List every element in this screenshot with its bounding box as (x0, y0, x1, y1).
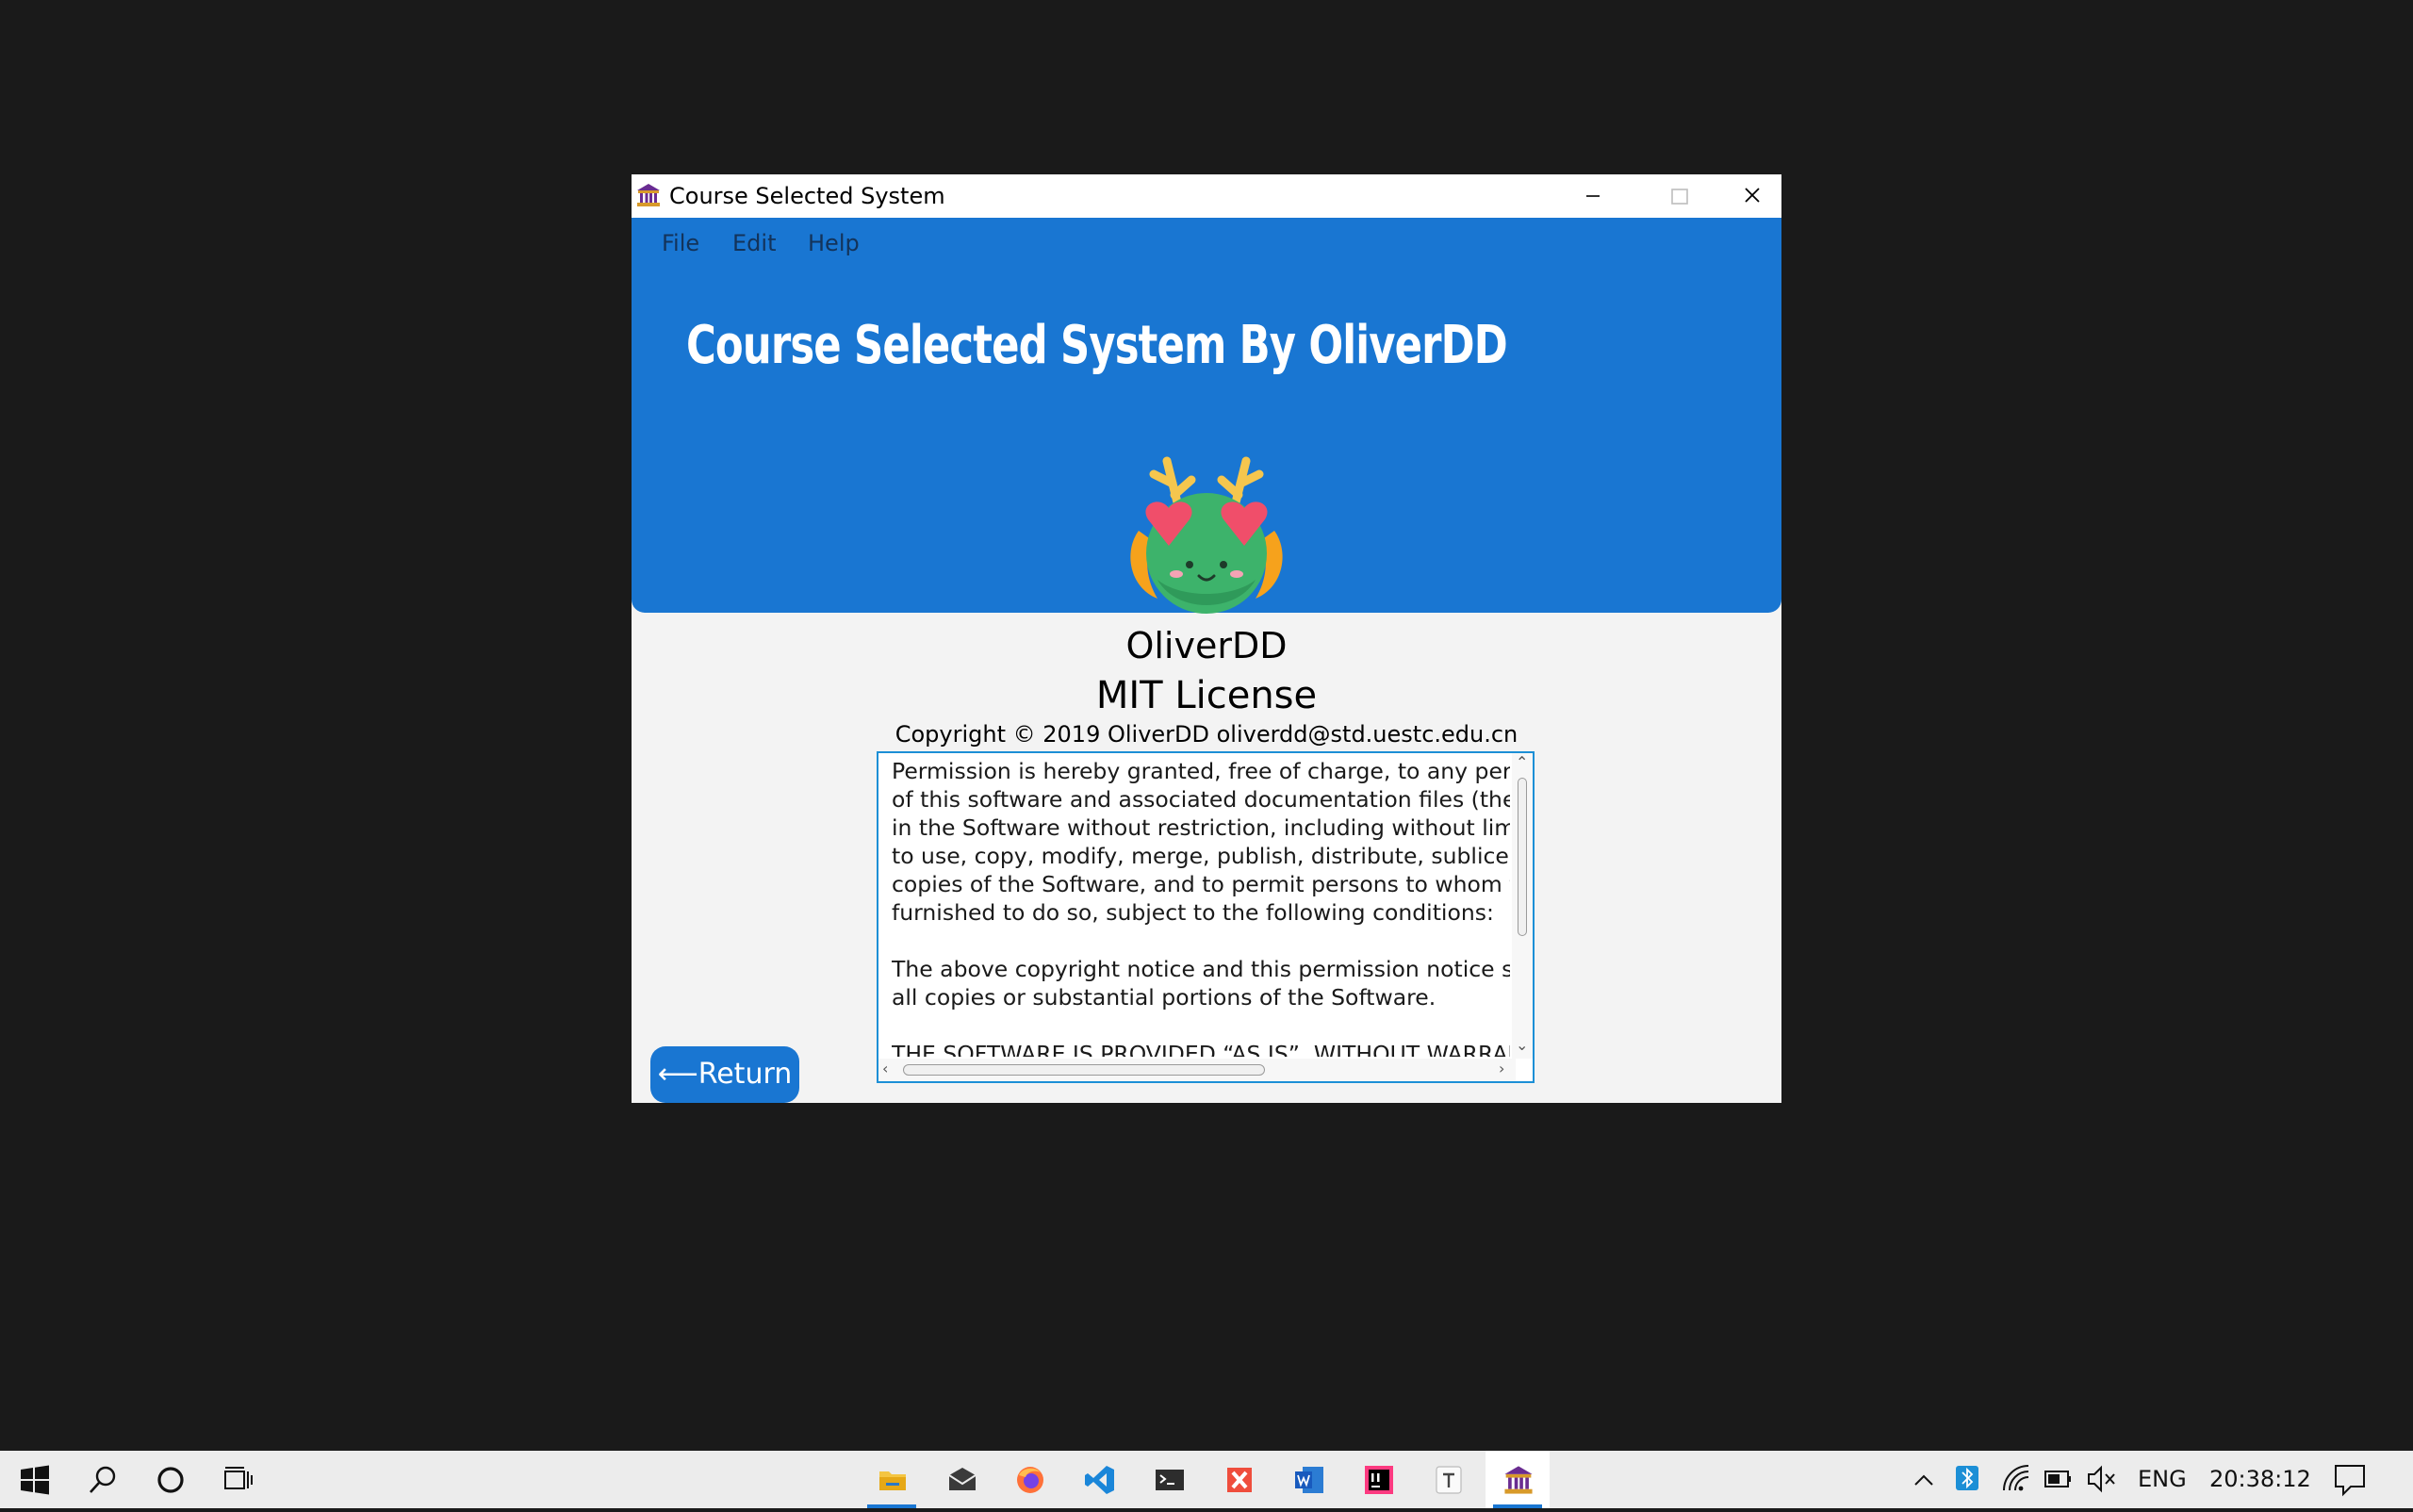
menu-file[interactable]: File (662, 229, 699, 257)
license-text: Permission is hereby granted, free of ch… (892, 758, 1510, 1057)
cortana-button[interactable] (138, 1451, 202, 1508)
window-title: Course Selected System (669, 183, 945, 209)
battery-icon (2044, 1471, 2071, 1487)
scroll-right-icon[interactable]: › (1499, 1061, 1504, 1076)
scroll-down-icon[interactable]: ⌄ (1516, 1038, 1528, 1053)
start-button[interactable] (2, 1451, 66, 1508)
taskbar: ENG 20:38:12 (0, 1451, 2413, 1508)
close-icon (1745, 188, 1760, 203)
input-language[interactable]: ENG (2138, 1451, 2187, 1508)
notification-icon (2335, 1465, 2365, 1497)
task-view-icon (224, 1467, 253, 1489)
action-center-button[interactable] (2332, 1451, 2370, 1508)
taskbar-course-system[interactable] (1486, 1451, 1550, 1508)
close-button[interactable] (1723, 174, 1781, 218)
mail-icon (948, 1468, 977, 1490)
volume-muted-icon (2088, 1465, 2115, 1493)
dragon-avatar (1130, 456, 1283, 614)
taskbar-intellij[interactable] (1346, 1451, 1410, 1508)
tray-volume[interactable] (2085, 1451, 2119, 1508)
taskbar-firefox[interactable] (997, 1451, 1061, 1508)
course-system-icon (1504, 1466, 1533, 1494)
minimize-icon (1586, 195, 1600, 197)
system-clock[interactable]: 20:38:12 (2209, 1451, 2311, 1508)
menu-help[interactable]: Help (808, 229, 860, 257)
taskbar-file-explorer[interactable] (860, 1451, 924, 1508)
show-hidden-icons-button[interactable] (1908, 1451, 1940, 1508)
terminal-icon (1156, 1470, 1184, 1490)
chevron-up-icon (1914, 1474, 1933, 1486)
tray-battery[interactable] (2042, 1451, 2076, 1508)
tray-network[interactable] (1998, 1451, 2032, 1508)
xmind-icon (1227, 1468, 1252, 1492)
copyright-line: Copyright © 2019 OliverDD oliverdd@std.u… (895, 721, 1518, 748)
maximize-icon (1671, 189, 1688, 205)
wifi-icon (2003, 1465, 2029, 1491)
scroll-left-icon[interactable]: ‹ (882, 1061, 888, 1076)
file-explorer-icon (879, 1471, 906, 1490)
bank-icon (637, 184, 660, 206)
license-title: MIT License (1095, 674, 1318, 717)
horizontal-scrollbar[interactable]: ‹ › (878, 1059, 1516, 1081)
taskbar-terminal[interactable] (1137, 1451, 1201, 1508)
license-text-area[interactable]: Permission is hereby granted, free of ch… (877, 751, 1535, 1083)
taskbar-mail[interactable] (929, 1451, 993, 1508)
bluetooth-icon (1956, 1466, 1978, 1490)
start-icon (21, 1465, 49, 1495)
title-bar[interactable]: Course Selected System (632, 174, 1781, 218)
banner-title: Course Selected System By OliverDD (686, 315, 1508, 376)
taskbar-word[interactable] (1276, 1451, 1340, 1508)
vertical-scrollbar[interactable]: ⌃ ⌄ (1512, 753, 1533, 1059)
author-name: OliverDD (1125, 625, 1288, 666)
minimize-button[interactable] (1551, 174, 1635, 218)
maximize-button[interactable] (1636, 174, 1721, 218)
scroll-up-icon[interactable]: ⌃ (1516, 755, 1528, 770)
taskbar-vscode[interactable] (1067, 1451, 1131, 1508)
cortana-icon (157, 1467, 184, 1493)
task-view-button[interactable] (205, 1451, 270, 1508)
vertical-scroll-thumb[interactable] (1518, 778, 1527, 936)
taskbar-xmind[interactable] (1206, 1451, 1271, 1508)
search-button[interactable] (70, 1451, 134, 1508)
taskbar-typora[interactable] (1416, 1451, 1480, 1508)
return-button[interactable]: ⟵Return (650, 1046, 799, 1103)
intellij-icon (1365, 1466, 1393, 1494)
word-icon (1295, 1467, 1323, 1493)
horizontal-scroll-thumb[interactable] (903, 1064, 1265, 1076)
vscode-icon (1085, 1466, 1114, 1494)
typora-icon (1436, 1466, 1462, 1494)
app-window: Course Selected System File Edit Help Co… (632, 174, 1781, 1103)
search-icon (90, 1466, 116, 1493)
tray-bluetooth[interactable] (1951, 1451, 1983, 1508)
menu-edit[interactable]: Edit (732, 229, 776, 257)
firefox-icon (1017, 1467, 1043, 1493)
